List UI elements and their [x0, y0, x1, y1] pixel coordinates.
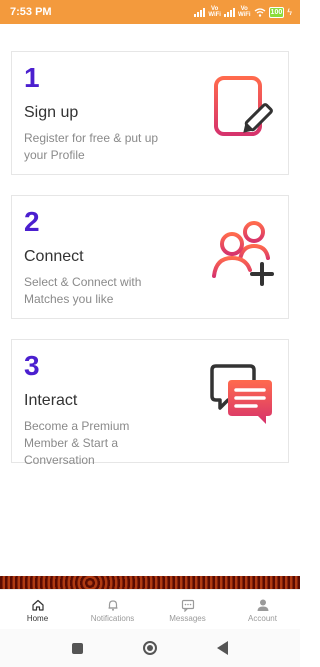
nav-messages[interactable]: Messages [153, 598, 223, 623]
step-description: Select & Connect with Matches you like [24, 275, 142, 306]
step-card-connect: 2 Connect Select & Connect with Matches … [11, 195, 289, 319]
signup-form-icon [214, 76, 273, 136]
battery-icon: 100 [268, 6, 285, 18]
signal-icon [223, 7, 235, 17]
status-bar: 7:53 PM Vo WiFi Vo WiFi 100 ϟ [0, 0, 300, 24]
home-icon [31, 599, 44, 611]
user-icon [257, 599, 268, 611]
status-icons: Vo WiFi Vo WiFi 100 ϟ [194, 6, 292, 18]
nav-label: Messages [169, 613, 206, 623]
step-description: Become a Premium Member & Start a Conver… [24, 419, 130, 467]
step-number: 3 [24, 350, 40, 381]
bell-icon [108, 599, 117, 611]
nav-label: Notifications [90, 613, 135, 623]
nav-label: Home [26, 613, 49, 623]
system-home-button[interactable] [143, 641, 157, 655]
bottom-navigation: Home Notifications Messages Account [0, 589, 300, 630]
vowifi-icon: Vo WiFi [208, 6, 221, 18]
step-title: Connect [24, 248, 84, 265]
step-description: Register for free & put up your Profile [24, 131, 159, 162]
signal-icon [194, 7, 206, 17]
back-button[interactable] [217, 641, 228, 655]
nav-label: Account [248, 613, 277, 623]
status-time: 7:53 PM [10, 6, 52, 18]
step-number: 2 [24, 206, 40, 237]
charging-icon: ϟ [287, 7, 292, 17]
wifi-icon [254, 7, 265, 17]
step-card-signup: 1 Sign up Register for free & put up you… [11, 51, 289, 175]
step-number: 1 [24, 62, 40, 93]
system-navigation-bar [0, 629, 300, 667]
step-title: Interact [24, 392, 78, 409]
nav-account[interactable]: Account [228, 598, 298, 623]
recents-button[interactable] [72, 642, 83, 654]
nav-notifications[interactable]: Notifications [78, 598, 148, 623]
message-icon [181, 599, 194, 612]
chat-bubbles-icon [210, 364, 272, 424]
nav-home[interactable]: Home [3, 598, 73, 623]
vowifi-icon: Vo WiFi [237, 6, 251, 18]
decorative-banner-strip [0, 576, 300, 590]
step-card-interact: 3 Interact Become a Premium Member & Sta… [11, 339, 289, 467]
add-users-icon [212, 221, 274, 286]
step-title: Sign up [24, 104, 79, 121]
